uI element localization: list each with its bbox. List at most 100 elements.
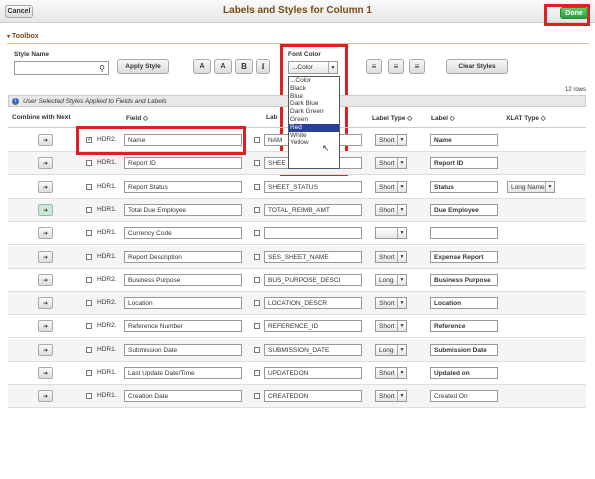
field-checkbox[interactable] <box>86 207 92 213</box>
field-label-input[interactable]: Business Purpose <box>124 274 242 286</box>
combine-next-button[interactable]: ➜ <box>38 251 53 263</box>
field-checkbox[interactable] <box>86 230 92 236</box>
col-label-header[interactable]: Label ◇ <box>431 114 455 122</box>
label-input[interactable]: Location <box>430 297 498 309</box>
label-input[interactable]: Status <box>430 181 498 193</box>
name-checkbox[interactable] <box>254 347 260 353</box>
label-type-select[interactable]: Short ▼ <box>375 181 407 193</box>
name-checkbox[interactable] <box>254 254 260 260</box>
font-smaller-button[interactable]: A <box>193 59 211 74</box>
italic-button[interactable]: I <box>256 59 270 74</box>
field-name-input[interactable]: SHEET_STATUS <box>264 181 362 193</box>
field-name-input[interactable]: LOCATION_DESCR <box>264 297 362 309</box>
col-name-header[interactable]: Lab <box>266 114 278 121</box>
label-input[interactable]: Expense Report <box>430 251 498 263</box>
label-type-select[interactable]: Long ▼ <box>375 344 407 356</box>
label-input[interactable]: Name <box>430 134 498 146</box>
combine-next-button[interactable]: ➜ <box>38 157 53 169</box>
label-input[interactable]: Created On <box>430 390 498 402</box>
name-checkbox[interactable] <box>254 184 260 190</box>
label-input[interactable]: Business Purpose <box>430 274 498 286</box>
label-type-select[interactable]: Short ▼ <box>375 320 407 332</box>
field-checkbox[interactable] <box>86 370 92 376</box>
field-label-input[interactable]: Last Update Date/Time <box>124 367 242 379</box>
field-name-input[interactable] <box>264 227 362 239</box>
field-label-input[interactable]: Reference Number <box>124 320 242 332</box>
combine-next-button[interactable]: ➜ <box>38 181 53 193</box>
label-input[interactable] <box>430 227 498 239</box>
field-name-input[interactable]: TOTAL_REIMB_AMT <box>264 204 362 216</box>
label-input[interactable]: Updated on <box>430 367 498 379</box>
field-label-input[interactable]: Total Due Employee <box>124 204 242 216</box>
label-input[interactable]: Report ID <box>430 157 498 169</box>
name-checkbox[interactable] <box>254 300 260 306</box>
combine-next-button[interactable]: ➜ <box>38 297 53 309</box>
label-type-select[interactable]: Short ▼ <box>375 251 407 263</box>
font-color-option[interactable]: Blue <box>289 93 339 101</box>
col-xlat-header[interactable]: XLAT Type ◇ <box>506 114 546 122</box>
apply-style-button[interactable]: Apply Style <box>117 59 169 74</box>
align-center-button[interactable]: ≡ <box>388 59 404 74</box>
name-checkbox[interactable] <box>254 207 260 213</box>
field-name-input[interactable]: SUBMISSION_DATE <box>264 344 362 356</box>
font-color-option[interactable]: Dark Blue <box>289 100 339 108</box>
align-left-button[interactable]: ≡ <box>366 59 382 74</box>
field-name-input[interactable]: SES_SHEET_NAME <box>264 251 362 263</box>
field-checkbox[interactable] <box>86 160 92 166</box>
label-type-select[interactable]: Short ▼ <box>375 204 407 216</box>
field-name-input[interactable]: UPDATEDON <box>264 367 362 379</box>
combine-next-button[interactable]: ➜ <box>38 367 53 379</box>
name-checkbox[interactable] <box>254 160 260 166</box>
font-color-option[interactable]: ...Color <box>289 77 339 85</box>
field-label-input[interactable]: Creation Date <box>124 390 242 402</box>
name-checkbox[interactable] <box>254 137 260 143</box>
font-color-option[interactable]: White <box>289 132 339 140</box>
field-label-input[interactable]: Location <box>124 297 242 309</box>
field-checkbox[interactable] <box>86 184 92 190</box>
xlat-type-select[interactable]: Long Name ▼ <box>507 181 555 193</box>
label-type-select[interactable]: Short ▼ <box>375 134 407 146</box>
field-label-input[interactable]: Report Status <box>124 181 242 193</box>
bold-button[interactable]: B <box>235 59 253 74</box>
label-input[interactable]: Due Employee <box>430 204 498 216</box>
combine-next-button[interactable]: ➜ <box>38 134 53 146</box>
field-checkbox[interactable] <box>86 323 92 329</box>
combine-next-button[interactable]: ➜ <box>38 274 53 286</box>
name-checkbox[interactable] <box>254 230 260 236</box>
combine-next-button[interactable]: ➜ <box>38 344 53 356</box>
combine-next-button[interactable]: ➜ <box>38 204 53 216</box>
field-label-input[interactable]: Report Description <box>124 251 242 263</box>
done-button[interactable]: Done <box>560 7 588 19</box>
label-type-select[interactable]: Short ▼ <box>375 157 407 169</box>
field-checkbox[interactable] <box>86 277 92 283</box>
label-type-select[interactable]: Short ▼ <box>375 297 407 309</box>
combine-next-button[interactable]: ➜ <box>38 227 53 239</box>
field-name-input[interactable]: CREATEDON <box>264 390 362 402</box>
name-checkbox[interactable] <box>254 393 260 399</box>
label-input[interactable]: Reference <box>430 320 498 332</box>
col-field-header[interactable]: Field ◇ <box>126 114 148 122</box>
field-label-input[interactable]: Report ID <box>124 157 242 169</box>
name-checkbox[interactable] <box>254 277 260 283</box>
font-larger-button[interactable]: A <box>214 59 232 74</box>
font-color-option[interactable]: Green <box>289 116 339 124</box>
field-checkbox[interactable] <box>86 393 92 399</box>
name-checkbox[interactable] <box>254 370 260 376</box>
combine-next-button[interactable]: ➜ <box>38 320 53 332</box>
font-color-option[interactable]: Black <box>289 85 339 93</box>
field-label-input[interactable]: Submission Date <box>124 344 242 356</box>
field-label-input[interactable]: Currency Code <box>124 227 242 239</box>
combine-next-button[interactable]: ➜ <box>38 390 53 402</box>
field-checkbox[interactable] <box>86 347 92 353</box>
field-name-input[interactable]: REFERENCE_ID <box>264 320 362 332</box>
field-checkbox[interactable] <box>86 300 92 306</box>
label-type-select[interactable]: Long ▼ <box>375 274 407 286</box>
font-color-option[interactable]: Red <box>289 123 339 132</box>
font-color-option[interactable]: Yellow <box>289 139 339 147</box>
name-checkbox[interactable] <box>254 323 260 329</box>
label-input[interactable]: Submission Date <box>430 344 498 356</box>
font-color-option[interactable]: Dark Green <box>289 108 339 116</box>
label-type-select[interactable]: Short ▼ <box>375 390 407 402</box>
toolbox-toggle[interactable]: ▾ Toolbox <box>7 33 39 40</box>
label-type-select[interactable]: ▼ <box>375 227 407 239</box>
